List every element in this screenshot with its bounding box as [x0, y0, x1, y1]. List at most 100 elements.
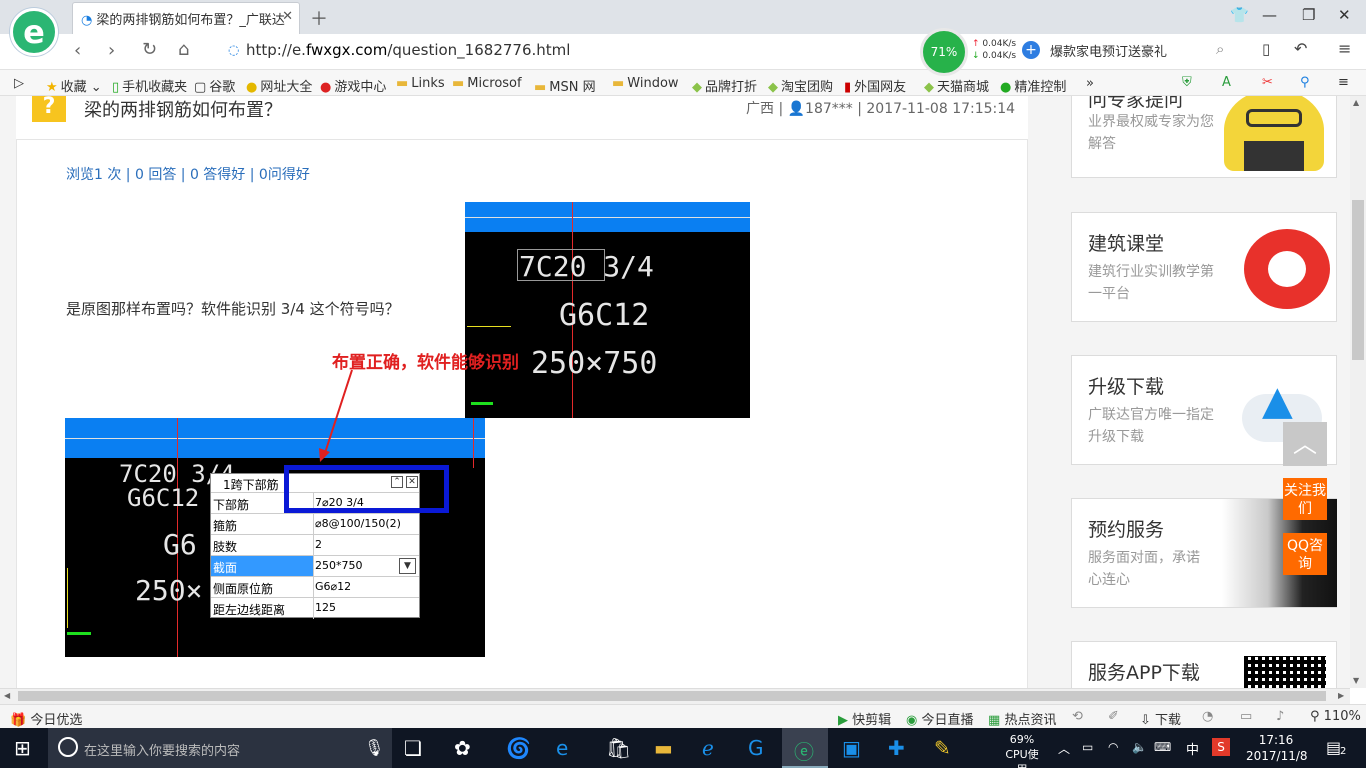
translate-icon[interactable]: A [1222, 75, 1231, 90]
tshirt-icon[interactable]: 👕 [1230, 6, 1249, 24]
tab-active[interactable]: ◔ 梁的两排钢筋如何布置？_广联达 ✕ [72, 2, 300, 34]
bookmark-sites[interactable]: ● 网址大全 [246, 76, 312, 95]
notification-icon[interactable]: ▤ [1326, 738, 1341, 757]
bookmark-msn[interactable]: ▬ MSN 网 [534, 76, 596, 95]
qq-consult-button[interactable]: QQ咨询 [1283, 533, 1327, 575]
question-stats[interactable]: 浏览1 次 | 0 回答 | 0 答得好 | 0问得好 [66, 164, 310, 184]
property-row[interactable]: 侧面原位筋 G6⌀12 [211, 576, 419, 598]
speed-icon[interactable]: ◔ [1202, 709, 1213, 724]
ie-icon[interactable]: ℯ [702, 736, 714, 760]
refresh-icon[interactable]: ↻ [142, 39, 157, 60]
browser-360-icon[interactable]: ⓔ [794, 736, 814, 765]
app-calendar-icon[interactable]: ▣ [842, 736, 861, 760]
site-security-icon[interactable]: ◌ [228, 43, 239, 58]
tray-up-icon[interactable]: ︿ [1058, 740, 1070, 757]
status-download[interactable]: ⇩ 下载 [1140, 709, 1181, 728]
windows-start-icon[interactable]: ⊞ [14, 736, 31, 760]
property-row[interactable]: 肢数 2 [211, 534, 419, 556]
bookmark-windows[interactable]: ▬ Window [612, 76, 679, 91]
sogou-icon[interactable]: S [1212, 738, 1230, 756]
highlight-box [284, 465, 449, 513]
app-plus-icon[interactable]: ✚ [888, 736, 905, 760]
bookmark-precise[interactable]: ● 精准控制 [1000, 76, 1066, 95]
home-icon[interactable]: ⌂ [178, 39, 189, 60]
browser-logo-icon[interactable]: e [10, 8, 58, 56]
zoom-icon[interactable]: ⚲ [1300, 75, 1310, 90]
toolbar-menu-icon[interactable]: ≡ [1338, 75, 1349, 90]
sound-icon[interactable]: ♪ [1276, 709, 1284, 724]
window-icon[interactable]: ▭ [1240, 709, 1252, 724]
ime-indicator[interactable]: 中 [1186, 739, 1199, 758]
bookmark-taobao[interactable]: ◆ 淘宝团购 [768, 76, 833, 95]
new-tab-icon[interactable]: ＋ [310, 5, 328, 31]
property-row[interactable]: 箍筋 ⌀8@100/150(2) [211, 513, 419, 535]
forward-icon[interactable]: › [108, 40, 115, 61]
bookmark-links[interactable]: ▬ Links [396, 76, 445, 91]
bookmark-google[interactable]: ▢ 谷歌 [194, 76, 235, 95]
undo-icon[interactable]: ↶ [1294, 39, 1307, 58]
status-video-edit[interactable]: ▶ 快剪辑 [838, 709, 891, 728]
bookmark-games[interactable]: ● 游戏中心 [320, 76, 386, 95]
status-news[interactable]: ▦ 热点资讯 [988, 709, 1056, 728]
tab-close-icon[interactable]: ✕ [282, 9, 293, 24]
vertical-scroll-thumb[interactable] [1352, 200, 1364, 360]
app-swirl-icon[interactable]: 🌀 [506, 736, 531, 760]
app-notes-icon[interactable]: ✎ [934, 736, 951, 760]
bookmark-favorites[interactable]: ★ 收藏 ⌄ [46, 76, 102, 95]
property-row[interactable]: 距左边线距离 125 [211, 597, 419, 619]
dropdown-icon[interactable]: ▼ [399, 558, 416, 574]
url-field[interactable]: http://e.fwxgx.com/question_1682776.html [246, 41, 570, 59]
mobile-icon[interactable]: ▯ [1262, 40, 1270, 58]
menu-icon[interactable]: ≡ [1338, 39, 1351, 58]
scissors-icon[interactable]: ✂ [1262, 75, 1273, 90]
edge-icon[interactable]: e [556, 736, 568, 760]
task-view-icon[interactable]: ❏ [404, 736, 422, 760]
bookmark-foreign[interactable]: ▮ 外国网友 [844, 76, 906, 95]
clock[interactable]: 17:16 2017/11/8 [1246, 732, 1308, 764]
scroll-down-icon[interactable]: ▼ [1353, 676, 1359, 685]
vertical-scrollbar[interactable] [1350, 96, 1366, 688]
wifi-icon[interactable]: ◠ [1108, 740, 1118, 754]
status-live[interactable]: ◉ 今日直播 [906, 709, 974, 728]
bookmark-tmall[interactable]: ◆ 天猫商城 [924, 76, 989, 95]
scroll-left-icon[interactable]: ◀ [4, 691, 10, 700]
promo-link[interactable]: 爆款家电预订送豪礼 [1050, 41, 1167, 60]
zoom-level[interactable]: ⚲ 110% [1310, 709, 1361, 724]
property-row-selected[interactable]: 截面 250*750 ▼ [211, 555, 419, 577]
speed-gauge[interactable]: 71% [920, 28, 968, 76]
store-icon[interactable]: 🛍 [606, 736, 631, 760]
sidebar-card-class[interactable]: 建筑课堂 建筑行业实训教学第一平台 [1071, 212, 1337, 322]
taskbar-search-input[interactable]: 在这里输入你要搜索的内容 [48, 728, 392, 768]
follow-us-button[interactable]: 关注我们 [1283, 478, 1327, 520]
back-to-top-icon[interactable]: ︿ [1283, 422, 1327, 466]
app-fan-icon[interactable]: ✿ [454, 736, 471, 760]
bookmark-brand[interactable]: ◆ 品牌打折 [692, 76, 757, 95]
file-explorer-icon[interactable]: ▬ [654, 736, 673, 760]
scroll-up-icon[interactable]: ▲ [1353, 98, 1359, 107]
volume-icon[interactable]: 🔈 [1132, 740, 1147, 754]
search-icon[interactable]: ⌕ [1216, 40, 1224, 58]
cortana-icon[interactable] [58, 737, 78, 757]
history-icon[interactable]: ⟲ [1072, 709, 1083, 724]
battery-icon[interactable]: ▭ [1082, 740, 1093, 754]
sidebar-card-expert[interactable]: 问专家提问 业界最权威专家为您解答 [1071, 96, 1337, 178]
keyboard-icon[interactable]: ⌨ [1154, 740, 1171, 754]
bookmark-microsoft[interactable]: ▬ Microsof [452, 76, 522, 91]
shield-icon[interactable]: ⛨ [1182, 75, 1192, 90]
scroll-right-icon[interactable]: ▶ [1338, 691, 1344, 700]
minimize-icon[interactable]: — [1262, 6, 1277, 24]
sidebar-card-app[interactable]: 服务APP下载 [1071, 641, 1337, 688]
restore-icon[interactable]: ❐ [1302, 6, 1315, 24]
sidebar-toggle-icon[interactable]: ▷ [14, 76, 24, 91]
close-window-icon[interactable]: ✕ [1338, 6, 1351, 24]
cpu-usage[interactable]: 69%CPU使用 [1000, 732, 1044, 768]
pin-icon[interactable]: ✐ [1108, 709, 1119, 724]
horizontal-scroll-thumb[interactable] [18, 691, 1326, 701]
add-icon[interactable]: + [1022, 41, 1040, 59]
bookmark-mobile[interactable]: ▯ 手机收藏夹 [112, 76, 187, 95]
today-picks[interactable]: 🎁 今日优选 [10, 709, 82, 728]
app-g-icon[interactable]: G [748, 736, 764, 760]
back-icon[interactable]: ‹ [74, 40, 81, 61]
more-bookmarks-icon[interactable]: » [1086, 76, 1094, 91]
microphone-icon[interactable]: 🎙 [364, 738, 384, 757]
